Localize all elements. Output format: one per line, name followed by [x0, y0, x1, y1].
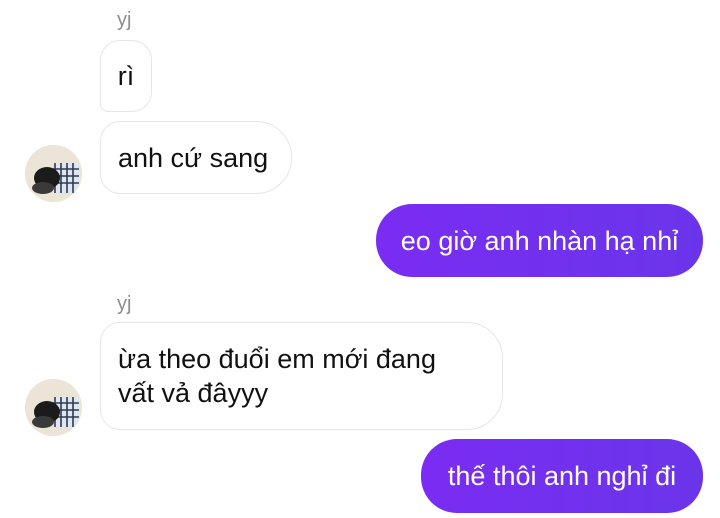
message-text-line: vất vả đâyyy	[118, 378, 269, 408]
incoming-message-bubble[interactable]: ừa theo đuổi em mới đang vất vả đâyyy	[100, 322, 503, 430]
avatar[interactable]	[25, 379, 82, 436]
incoming-message-bubble[interactable]: rì	[100, 40, 152, 112]
message-text: anh cứ sang	[118, 142, 269, 173]
incoming-message-bubble[interactable]: anh cứ sang	[100, 121, 292, 194]
avatar-icon	[25, 145, 82, 202]
message-text-line: ừa theo đuổi em mới đang	[118, 344, 436, 374]
avatar[interactable]	[25, 145, 82, 202]
outgoing-message-bubble[interactable]: thế thôi anh nghỉ đi	[421, 439, 703, 513]
avatar-icon	[25, 379, 82, 436]
message-text: eo giờ anh nhàn hạ nhỉ	[400, 225, 679, 256]
sender-name: yj	[117, 293, 132, 315]
message-text: thế thôi anh nghỉ đi	[447, 461, 677, 491]
message-text: rì	[117, 61, 135, 91]
sender-name: yj	[117, 9, 132, 31]
outgoing-message-bubble[interactable]: eo giờ anh nhàn hạ nhỉ	[376, 204, 703, 277]
